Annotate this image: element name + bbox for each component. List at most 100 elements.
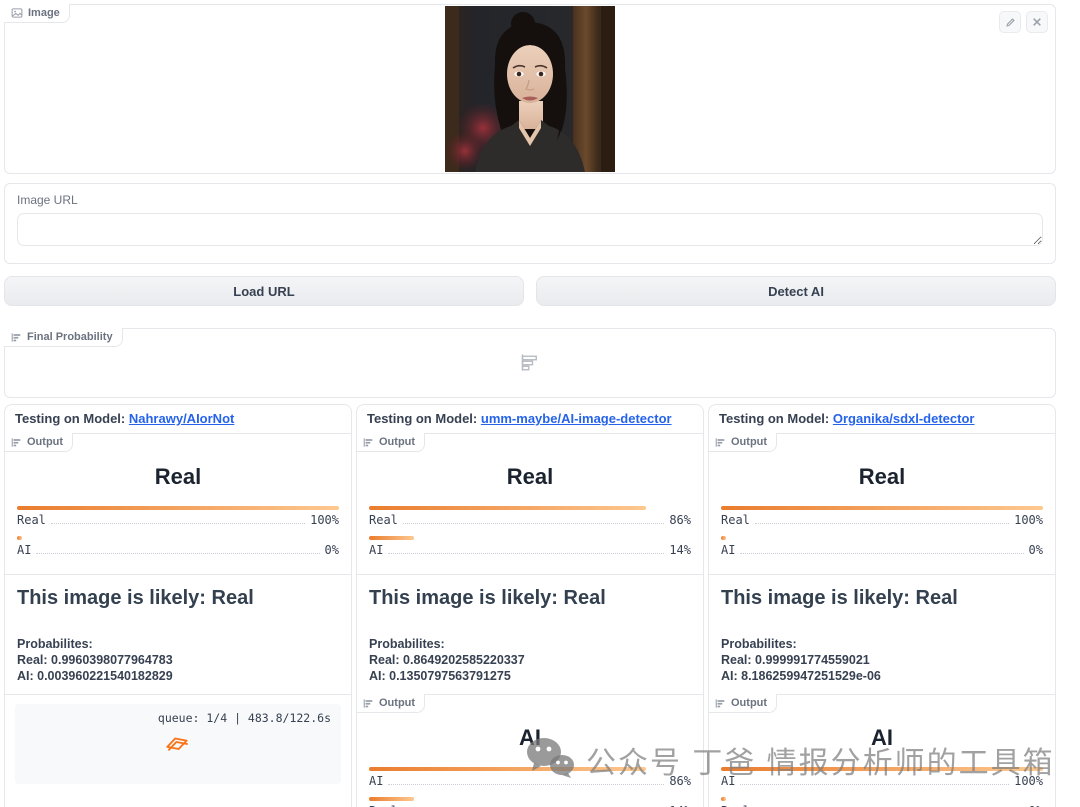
testing-prefix: Testing on Model: <box>719 411 829 426</box>
class-name: Real <box>369 513 398 527</box>
output-chip: Output <box>708 433 777 452</box>
detect-ai-button[interactable]: Detect AI <box>536 276 1056 306</box>
model-link[interactable]: Nahrawy/AIorNot <box>129 411 234 426</box>
probability-row[interactable]: AI 14% <box>369 543 691 557</box>
predicted-class-heading: Real <box>721 464 1043 490</box>
probability-row[interactable]: AI 0% <box>721 543 1043 557</box>
model-link[interactable]: Organika/sdxl-detector <box>833 411 975 426</box>
testing-prefix: Testing on Model: <box>15 411 125 426</box>
label-chart-icon <box>11 437 22 448</box>
load-url-button[interactable]: Load URL <box>4 276 524 306</box>
dotted-leader <box>740 784 1009 785</box>
probability-bar <box>369 797 414 801</box>
output-chip: Output <box>356 433 425 452</box>
label-chart-icon <box>715 698 726 709</box>
output-panel-2: Output AI AI 100% Real 0% <box>709 694 1055 807</box>
probability-bar <box>369 536 414 540</box>
probability-line: Real: 0.9960398077964783 <box>17 652 339 668</box>
probability-line: AI: 8.186259947251529e-06 <box>721 668 1043 684</box>
model-link[interactable]: umm-maybe/AI-image-detector <box>481 411 672 426</box>
output-label: Output <box>379 697 415 709</box>
probabilities-title: Probabilites: <box>369 636 691 652</box>
probability-bar <box>721 797 726 801</box>
image-url-input[interactable] <box>17 213 1043 246</box>
class-name: AI <box>369 543 383 557</box>
class-name: AI <box>17 543 31 557</box>
predicted-class-heading: AI <box>369 725 691 751</box>
final-probability-label: Final Probability <box>27 331 113 343</box>
portrait-image[interactable] <box>445 6 615 172</box>
image-url-panel: Image URL <box>4 183 1056 264</box>
dotted-leader <box>51 523 305 524</box>
dotted-leader <box>755 523 1009 524</box>
image-panel: Image <box>4 4 1056 174</box>
output-panel-1: Output Real Real 86% AI 14% <box>357 434 703 574</box>
class-percent: 14% <box>669 543 691 557</box>
class-percent: 100% <box>1014 513 1043 527</box>
probability-bar <box>721 536 726 540</box>
class-percent: 86% <box>669 774 691 788</box>
output-panel-2-loading: queue: 1/4 | 483.8/122.6s <box>5 694 351 807</box>
output-panel-1: Output Real Real 100% AI 0% <box>709 434 1055 574</box>
label-chart-icon <box>363 437 374 448</box>
class-name: Real <box>17 513 46 527</box>
output-chip: Output <box>708 694 777 713</box>
probability-bar <box>369 506 646 510</box>
label-chart-icon <box>715 437 726 448</box>
model-columns-row: Testing on Model: Nahrawy/AIorNot Output… <box>4 404 1056 807</box>
model-column-2: Testing on Model: umm-maybe/AI-image-det… <box>356 404 704 807</box>
probability-bar <box>369 767 646 771</box>
probability-line: AI: 0.1350797563791275 <box>369 668 691 684</box>
probability-bar <box>17 506 339 510</box>
probability-row[interactable]: Real 100% <box>721 513 1043 527</box>
empty-label-icon <box>520 353 540 378</box>
model-column-3: Testing on Model: Organika/sdxl-detector… <box>708 404 1056 807</box>
dotted-leader <box>388 553 664 554</box>
gradio-logo-icon <box>163 733 193 762</box>
app-root: Image <box>0 0 1056 807</box>
probabilities-title: Probabilites: <box>17 636 339 652</box>
final-probability-panel: Final Probability <box>4 328 1056 398</box>
close-icon[interactable] <box>1026 11 1048 33</box>
queue-status: queue: 1/4 | 483.8/122.6s <box>158 711 331 725</box>
class-percent: 100% <box>1014 774 1043 788</box>
probability-row[interactable]: AI 100% <box>721 774 1043 788</box>
probability-row[interactable]: Real 100% <box>17 513 339 527</box>
probability-bar <box>721 767 1043 771</box>
image-url-label: Image URL <box>17 193 1043 207</box>
predicted-class-heading: Real <box>369 464 691 490</box>
final-probability-chip: Final Probability <box>4 328 123 347</box>
probability-row[interactable]: AI 86% <box>369 774 691 788</box>
dotted-leader <box>403 523 664 524</box>
probability-line: AI: 0.003960221540182829 <box>17 668 339 684</box>
output-label: Output <box>379 436 415 448</box>
output-panel-1: Output Real Real 100% AI 0% <box>5 434 351 574</box>
dotted-leader <box>388 784 664 785</box>
output-label: Output <box>27 436 63 448</box>
probability-row[interactable]: Real 86% <box>369 513 691 527</box>
testing-prefix: Testing on Model: <box>367 411 477 426</box>
probabilities-title: Probabilites: <box>721 636 1043 652</box>
output-panel-2: Output AI AI 86% Real 14% <box>357 694 703 807</box>
probability-line: Real: 0.999991774559021 <box>721 652 1043 668</box>
class-percent: 0% <box>325 543 339 557</box>
edit-button[interactable] <box>999 11 1021 33</box>
class-name: AI <box>369 774 383 788</box>
probability-bar <box>721 506 1043 510</box>
likely-heading: This image is likely: Real <box>369 587 691 610</box>
output-label: Output <box>731 436 767 448</box>
testing-model-row: Testing on Model: Organika/sdxl-detector <box>709 405 1055 434</box>
probability-bar <box>17 536 22 540</box>
probability-row[interactable]: AI 0% <box>17 543 339 557</box>
result-panel: This image is likely: Real Probabilites:… <box>709 574 1055 694</box>
class-percent: 100% <box>310 513 339 527</box>
class-name: AI <box>721 543 735 557</box>
testing-model-row: Testing on Model: umm-maybe/AI-image-det… <box>357 405 703 434</box>
image-icon <box>11 7 23 19</box>
class-percent: 0% <box>1029 543 1043 557</box>
testing-model-row: Testing on Model: Nahrawy/AIorNot <box>5 405 351 434</box>
likely-heading: This image is likely: Real <box>17 587 339 610</box>
output-chip: Output <box>356 694 425 713</box>
image-label-chip: Image <box>4 4 70 23</box>
predicted-class-heading: AI <box>721 725 1043 751</box>
